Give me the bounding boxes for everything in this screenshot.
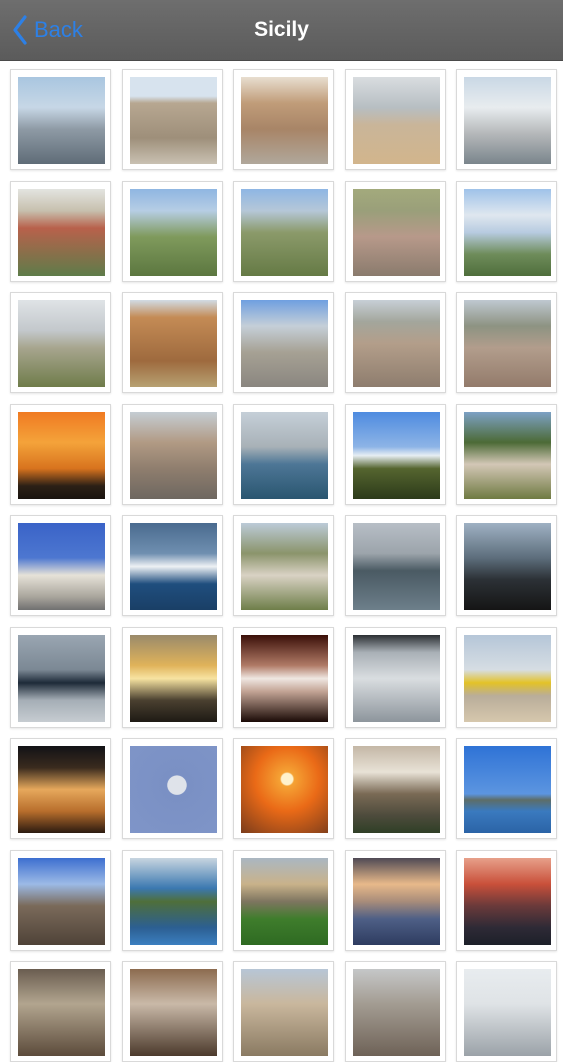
photo-image — [18, 411, 105, 499]
photo-thumbnail-town-rooftops[interactable] — [344, 180, 446, 282]
photo-image — [464, 969, 551, 1056]
photo-image — [18, 523, 105, 610]
photo-thumbnail-volcano-slope[interactable] — [10, 849, 111, 951]
photo-image — [241, 634, 328, 722]
photo-thumbnail-dense-town[interactable] — [344, 292, 446, 393]
photo-thumbnail-isola-bella[interactable] — [121, 849, 223, 951]
photo-thumbnail-seaside-houses[interactable] — [456, 69, 557, 170]
photo-thumbnail-old-building[interactable] — [233, 69, 334, 170]
photo-thumbnail-narrow-street[interactable] — [121, 403, 223, 505]
photo-image — [464, 411, 551, 499]
photo-thumbnail-ferry-ship[interactable] — [121, 515, 223, 616]
photo-image — [129, 77, 217, 164]
photo-thumbnail-sparkling-sea[interactable] — [344, 626, 446, 728]
photo-image — [241, 188, 328, 276]
photo-image — [464, 634, 551, 722]
photo-thumbnail-navy-ship[interactable] — [344, 515, 446, 616]
navigation-bar: Back Sicily — [0, 0, 563, 61]
photo-image — [241, 77, 328, 164]
photo-image — [129, 523, 217, 610]
photo-thumbnail-town-panorama[interactable] — [456, 292, 557, 393]
photo-thumbnail-speedboat[interactable] — [10, 626, 111, 728]
photo-image — [129, 857, 217, 945]
photo-image — [352, 969, 440, 1056]
photo-image — [464, 857, 551, 945]
photo-image — [18, 857, 105, 945]
photo-thumbnail-hills-landscape[interactable] — [10, 292, 111, 393]
photo-thumbnail-fishing-boats[interactable] — [233, 403, 334, 505]
photo-image — [18, 300, 105, 387]
photo-thumbnail-snowy-volcano[interactable] — [344, 403, 446, 505]
photo-thumbnail-green-hills-town[interactable] — [233, 515, 334, 616]
photo-image — [129, 411, 217, 499]
photo-thumbnail-stone-church[interactable] — [121, 69, 223, 170]
photo-image — [18, 746, 105, 833]
photo-thumbnail-stone-stairs[interactable] — [344, 738, 446, 839]
photo-image — [241, 746, 328, 833]
photo-thumbnail-village-bell-tower[interactable] — [10, 180, 111, 282]
photo-image — [464, 77, 551, 164]
photo-thumbnail-dome-building[interactable] — [456, 961, 557, 1062]
photo-thumbnail-valley-town[interactable] — [233, 180, 334, 282]
photo-thumbnail-ferry-deck-cars[interactable] — [456, 515, 557, 616]
page-title: Sicily — [254, 18, 309, 41]
photo-image — [129, 746, 217, 833]
photo-thumbnail-baroque-church[interactable] — [233, 292, 334, 393]
photo-image — [352, 634, 440, 722]
photo-image — [129, 969, 217, 1056]
photo-image — [464, 188, 551, 276]
photo-thumbnail-yellow-plane[interactable] — [456, 626, 557, 728]
photo-image — [129, 300, 217, 387]
photo-thumbnail-hilltop-village[interactable] — [121, 180, 223, 282]
photo-image — [18, 634, 105, 722]
photo-thumbnail-pier-sunset[interactable] — [121, 626, 223, 728]
photo-thumbnail-cloudy-sunset-sea[interactable] — [344, 849, 446, 951]
photo-image — [352, 523, 440, 610]
photo-thumbnail-palm-church[interactable] — [10, 515, 111, 616]
photo-thumbnail-cave-arches[interactable] — [121, 961, 223, 1062]
photo-image — [464, 300, 551, 387]
photo-image — [464, 746, 551, 833]
photo-thumbnail-garden-statue[interactable] — [456, 403, 557, 505]
photo-image — [241, 857, 328, 945]
photo-image — [129, 634, 217, 722]
photo-thumbnail-blue-sea-island[interactable] — [456, 738, 557, 839]
photo-image — [464, 523, 551, 610]
photo-image — [18, 188, 105, 276]
photo-image — [241, 523, 328, 610]
photo-thumbnail-fountain-night[interactable] — [233, 626, 334, 728]
photo-thumbnail-red-sunset-sea[interactable] — [456, 849, 557, 951]
photo-image — [352, 857, 440, 945]
photo-thumbnail-sun-over-sea[interactable] — [233, 738, 334, 839]
photo-thumbnail-stone-alley[interactable] — [233, 961, 334, 1062]
photo-thumbnail-harbor-boats[interactable] — [10, 69, 111, 170]
photo-thumbnail-dusk-landscape[interactable] — [10, 961, 111, 1062]
photo-image — [352, 188, 440, 276]
photo-thumbnail-moon-sky[interactable] — [121, 738, 223, 839]
photo-thumbnail-rural-farmhouse[interactable] — [233, 849, 334, 951]
photo-image — [352, 300, 440, 387]
photo-thumbnail-coastal-road[interactable] — [344, 69, 446, 170]
photo-thumbnail-orange-sunset[interactable] — [10, 403, 111, 505]
photo-thumbnail-lit-church-night[interactable] — [10, 738, 111, 839]
photo-image — [18, 77, 105, 164]
photo-image — [352, 411, 440, 499]
photo-image — [241, 411, 328, 499]
photo-image — [352, 746, 440, 833]
photo-thumbnail-monument-ruins[interactable] — [344, 961, 446, 1062]
photo-image — [18, 969, 105, 1056]
photo-image — [352, 77, 440, 164]
photo-image — [129, 188, 217, 276]
photo-image — [241, 300, 328, 387]
photo-thumbnail-sea-clouds[interactable] — [456, 180, 557, 282]
photo-image — [241, 969, 328, 1056]
photo-thumbnail-brick-church[interactable] — [121, 292, 223, 393]
